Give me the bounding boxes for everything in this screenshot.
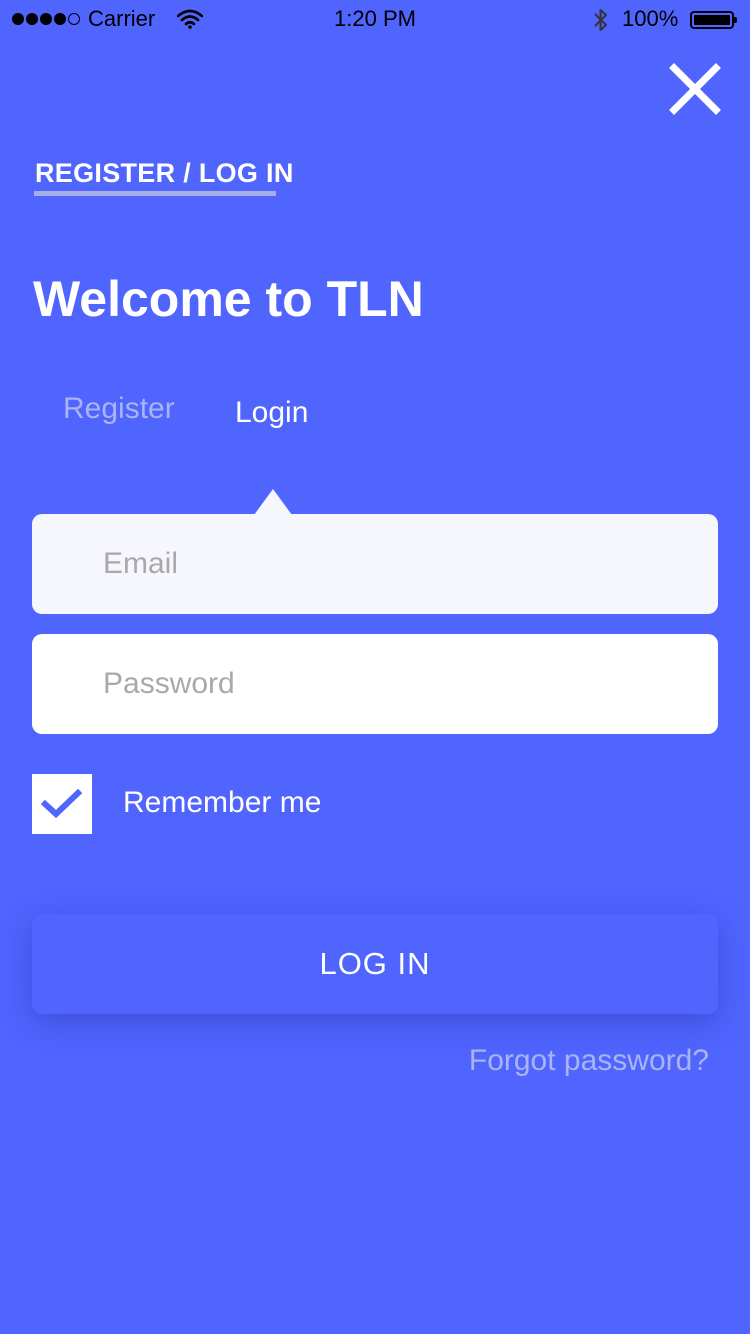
section-underline: [34, 191, 276, 196]
remember-me-checkbox[interactable]: [32, 774, 92, 834]
tab-register[interactable]: Register: [63, 392, 175, 426]
active-tab-pointer: [254, 489, 292, 515]
bluetooth-icon: [592, 7, 610, 39]
remember-me-label[interactable]: Remember me: [123, 786, 321, 820]
login-button[interactable]: LOG IN: [32, 914, 718, 1014]
close-button[interactable]: [668, 62, 722, 116]
email-field-container: [32, 514, 718, 614]
battery-icon: [690, 11, 737, 29]
forgot-password-link[interactable]: Forgot password?: [469, 1044, 709, 1078]
status-bar: Carrier 1:20 PM 100%: [0, 0, 750, 40]
page-title: Welcome to TLN: [33, 271, 424, 327]
battery-percent: 100%: [622, 6, 679, 31]
email-field[interactable]: [32, 514, 718, 614]
checkmark-icon: [41, 789, 83, 819]
password-field-container: [32, 634, 718, 734]
close-icon: [669, 63, 721, 115]
password-field[interactable]: [32, 634, 718, 734]
section-title: REGISTER / LOG IN: [35, 158, 294, 188]
tab-login[interactable]: Login: [235, 396, 308, 430]
